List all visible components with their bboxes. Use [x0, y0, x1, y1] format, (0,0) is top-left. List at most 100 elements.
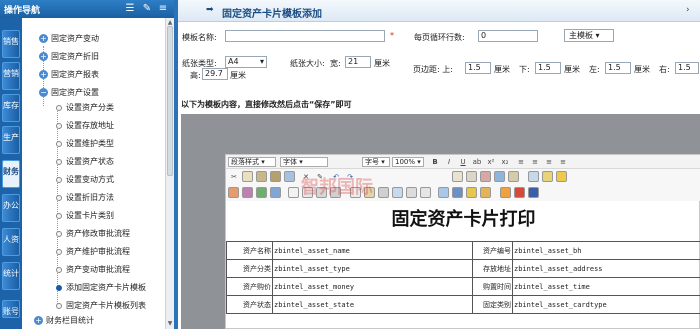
source-icon[interactable] — [378, 187, 389, 198]
bullet-icon[interactable] — [56, 158, 62, 165]
bullet-icon[interactable] — [56, 140, 62, 147]
module-tab[interactable]: 财务 — [2, 160, 20, 188]
expand-icon[interactable]: + — [39, 34, 48, 43]
anchor-icon[interactable] — [452, 187, 463, 198]
field-value-cell[interactable]: zbintel_asset_name — [272, 241, 473, 260]
field-value-cell[interactable]: zbintel_asset_type — [272, 259, 473, 278]
insert-chart-icon[interactable] — [256, 187, 267, 198]
tree-item[interactable]: + 固定资产报表 — [39, 67, 99, 83]
font-select[interactable]: 字体 ▾ — [280, 157, 328, 167]
tree-item[interactable]: + 财务栏目统计 — [34, 313, 94, 329]
field-label-cell[interactable]: 资产分类 — [226, 259, 273, 278]
field-label-cell[interactable]: 资产状态 — [226, 295, 273, 314]
image-icon[interactable] — [542, 171, 553, 182]
tools-icon[interactable]: ✎ — [141, 3, 153, 15]
zoom-select[interactable]: 100% ▾ — [392, 157, 424, 167]
tree-item[interactable]: 设置变动方式 — [56, 172, 114, 188]
font-color-icon[interactable] — [480, 171, 491, 182]
bullet-icon[interactable] — [56, 284, 62, 291]
superscript-icon[interactable]: x² — [485, 156, 497, 168]
help-icon[interactable] — [514, 187, 525, 198]
date-icon[interactable] — [466, 187, 477, 198]
preview-icon[interactable] — [392, 187, 403, 198]
field-label-cell[interactable]: 固定类别 — [472, 295, 513, 314]
margin-bottom-input[interactable]: 1.5 — [535, 62, 561, 74]
chevron-right-icon[interactable]: › — [686, 5, 690, 15]
expand-icon[interactable]: + — [34, 316, 43, 325]
highlight-icon[interactable] — [494, 171, 505, 182]
expand-icon[interactable]: + — [39, 52, 48, 61]
tree-item[interactable]: 设置资产分类 — [56, 100, 114, 116]
margin-top-input[interactable]: 1.5 — [465, 62, 491, 74]
module-tab[interactable]: 生产 — [2, 126, 20, 154]
font-size-select[interactable]: 字号 ▾ — [362, 157, 390, 167]
bullet-icon[interactable] — [56, 230, 62, 237]
bullet-icon[interactable] — [56, 212, 62, 219]
margin-right-input[interactable]: 1.5 — [675, 62, 699, 74]
align-center-icon[interactable]: ≡ — [529, 156, 541, 168]
about-icon[interactable] — [528, 187, 539, 198]
bullet-icon[interactable] — [56, 194, 62, 201]
tree-item[interactable]: + 固定资产折旧 — [39, 49, 99, 65]
italic-icon[interactable]: I — [443, 156, 455, 168]
bullet-icon[interactable] — [56, 122, 62, 129]
field-label-cell[interactable]: 存放地址 — [472, 259, 513, 278]
list-style-icon[interactable] — [452, 171, 463, 182]
align-justify-icon[interactable]: ≡ — [557, 156, 569, 168]
insert-image-icon[interactable] — [228, 187, 239, 198]
underline-icon[interactable]: U — [457, 156, 469, 168]
tree-item[interactable]: 设置资产状态 — [56, 154, 114, 170]
bullet-icon[interactable] — [56, 302, 62, 309]
field-icon[interactable] — [500, 187, 511, 198]
field-value-cell[interactable]: zbintel_asset_state — [272, 295, 473, 314]
width-input[interactable]: 21 — [345, 56, 371, 68]
rich-text-editor[interactable]: 段落样式 ▾ 字体 ▾ 字号 ▾ 100% ▾ B I U ab x² x₂ ≡… — [225, 154, 700, 329]
tree-item[interactable]: 设置存放地址 — [56, 118, 114, 134]
strike-icon[interactable]: ab — [471, 156, 483, 168]
tree-item[interactable]: 资产修改审批流程 — [56, 226, 130, 242]
tree-item[interactable]: 设置维护类型 — [56, 136, 114, 152]
tree-item[interactable]: 资产变动审批流程 — [56, 262, 130, 278]
tree-item[interactable]: 添加固定资产卡片模板 — [56, 280, 146, 296]
field-label-cell[interactable]: 资产名称 — [226, 241, 273, 260]
field-label-cell[interactable]: 资产编号 — [472, 241, 513, 260]
insert-emoji-icon[interactable] — [270, 187, 281, 198]
bold-icon[interactable]: B — [429, 156, 441, 168]
bullet-icon[interactable] — [56, 176, 62, 183]
collapse-icon[interactable]: − — [39, 88, 48, 97]
module-tab[interactable]: 统计 — [2, 262, 20, 290]
module-tab[interactable]: 销售 — [2, 30, 20, 58]
insert-flash-icon[interactable] — [242, 187, 253, 198]
paste-text-icon[interactable] — [270, 171, 281, 182]
module-tab[interactable]: 营销 — [2, 62, 20, 90]
tree-item[interactable]: 资产维护审批流程 — [56, 244, 130, 260]
rows-per-page-input[interactable]: 0 — [478, 30, 538, 42]
field-value-cell[interactable]: zbintel_asset_cardtype — [512, 295, 700, 314]
expand-icon[interactable]: + — [39, 70, 48, 79]
tree-scrollbar[interactable]: ▲ ▼ — [165, 18, 174, 329]
scroll-up-icon[interactable]: ▲ — [167, 19, 173, 26]
scroll-down-icon[interactable]: ▼ — [167, 320, 173, 327]
indent-icon[interactable] — [466, 171, 477, 182]
cut-icon[interactable]: ✂ — [228, 171, 240, 183]
insert-hr-icon[interactable] — [288, 187, 299, 198]
table-icon[interactable] — [528, 171, 539, 182]
tree-item[interactable]: 设置折旧方法 — [56, 190, 114, 206]
template-name-input[interactable] — [225, 30, 385, 42]
module-tab[interactable]: 库存 — [2, 94, 20, 122]
print-icon[interactable] — [406, 187, 417, 198]
paragraph-style-select[interactable]: 段落样式 ▾ — [228, 157, 276, 167]
height-input[interactable]: 29.7 — [202, 68, 228, 80]
field-value-cell[interactable]: zbintel_asset_time — [512, 277, 700, 296]
scroll-thumb[interactable] — [167, 26, 173, 176]
tree-item[interactable]: 设置卡片类别 — [56, 208, 114, 224]
bullet-icon[interactable] — [56, 104, 62, 111]
field-label-cell[interactable]: 购置时间 — [472, 277, 513, 296]
align-right-icon[interactable]: ≡ — [543, 156, 555, 168]
paste-word-icon[interactable] — [284, 171, 295, 182]
copy-icon[interactable] — [242, 171, 253, 182]
paste-icon[interactable] — [256, 171, 267, 182]
link-icon[interactable] — [508, 171, 519, 182]
field-value-cell[interactable]: zbintel_asset_bh — [512, 241, 700, 260]
module-tab[interactable]: 人资 — [2, 228, 20, 256]
